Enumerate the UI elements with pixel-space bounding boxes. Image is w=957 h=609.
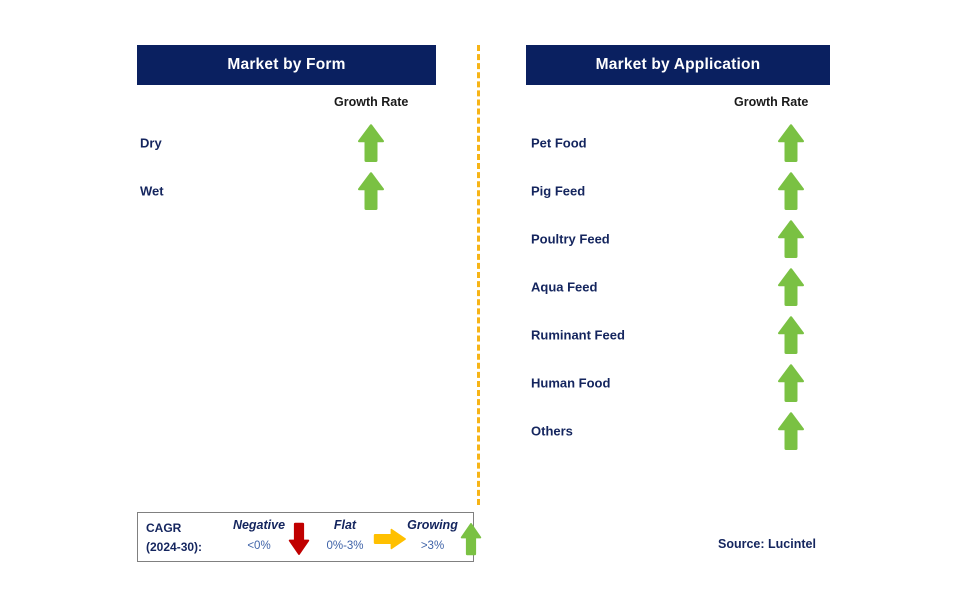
table-row: Ruminant Feed <box>478 311 957 359</box>
row-label: Pig Feed <box>531 183 586 199</box>
legend-cagr-line1: CAGR <box>146 521 182 535</box>
row-label: Wet <box>140 183 164 199</box>
arrow-up-green-icon <box>777 123 805 163</box>
arrow-up-green-icon <box>777 219 805 259</box>
arrow-up-green-icon <box>777 267 805 307</box>
row-label: Ruminant Feed <box>531 327 625 343</box>
row-label: Human Food <box>531 375 611 391</box>
table-row: Dry <box>0 119 478 167</box>
arrow-down-red-icon <box>288 522 310 556</box>
table-row: Pet Food <box>478 119 957 167</box>
row-label: Poultry Feed <box>531 231 610 247</box>
legend-cagr-line2: (2024-30): <box>146 540 203 554</box>
source-note: Source: Lucintel <box>718 537 816 551</box>
row-label: Dry <box>140 135 162 151</box>
panel-title-market-by-application: Market by Application <box>526 45 830 85</box>
table-row: Wet <box>0 167 478 215</box>
arrow-up-green-icon <box>357 123 385 163</box>
arrow-up-green-icon <box>777 411 805 451</box>
table-row: Others <box>478 407 957 455</box>
table-row: Aqua Feed <box>478 263 957 311</box>
vertical-dashed-divider <box>477 45 480 505</box>
legend-cagr-title: CAGR (2024-30): <box>146 519 202 557</box>
arrow-up-green-icon <box>357 171 385 211</box>
growth-rate-column-header-form: Growth Rate <box>334 95 409 109</box>
cagr-legend: CAGR (2024-30): Negative <0% Flat 0%-3% … <box>137 512 482 562</box>
arrow-up-green-icon <box>777 315 805 355</box>
arrow-right-orange-icon <box>373 527 407 551</box>
panel-market-by-application: Market by Application Growth Rate Pet Fo… <box>478 0 957 609</box>
row-label: Aqua Feed <box>531 279 598 295</box>
table-row: Poultry Feed <box>478 215 957 263</box>
arrow-up-green-icon <box>777 171 805 211</box>
table-row: Pig Feed <box>478 167 957 215</box>
arrow-up-green-icon <box>460 522 482 556</box>
table-row: Human Food <box>478 359 957 407</box>
growth-rate-column-header-application: Growth Rate <box>734 95 809 109</box>
panel-title-market-by-form: Market by Form <box>137 45 436 85</box>
row-label: Others <box>531 423 573 439</box>
arrow-up-green-icon <box>777 363 805 403</box>
row-label: Pet Food <box>531 135 587 151</box>
